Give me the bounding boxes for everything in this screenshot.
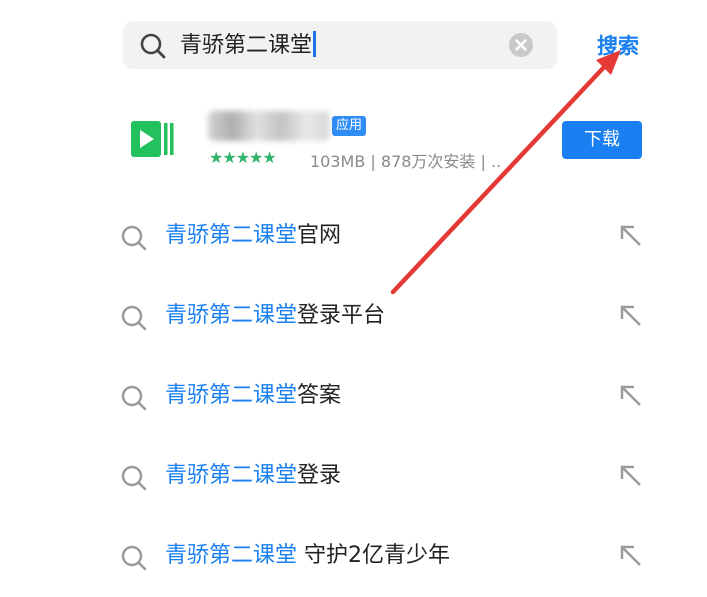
search-icon [121,545,147,571]
download-button[interactable]: 下载 [562,121,642,159]
suggestion-highlight: 青骄第二课堂 [165,463,298,488]
fill-query-arrow-icon[interactable] [618,383,644,409]
suggestion-item[interactable]: 青骄第二课堂登录 [0,437,707,517]
suggestion-list: 青骄第二课堂官网 青骄第二课堂登录平台 青骄第二课堂答案 青骄第二课堂登录 青骄… [0,197,707,597]
suggestion-rest: 登录 [297,463,342,488]
search-icon [121,465,147,491]
fill-query-arrow-icon[interactable] [618,463,644,489]
text-cursor [313,31,317,57]
suggestion-rest: 守护2亿青少年 [297,543,451,568]
suggestion-highlight: 青骄第二课堂 [165,303,298,328]
suggestion-text: 青骄第二课堂官网 [165,221,341,251]
search-icon [121,385,147,411]
search-icon [121,305,147,331]
search-icon [121,225,147,251]
app-result-row[interactable]: 应用 ★★★★★ 103MB | 878万次安装 | .. 下载 [0,100,707,190]
suggestion-text: 青骄第二课堂答案 [165,381,341,411]
search-submit-button[interactable]: 搜索 [597,30,639,60]
search-icon [140,33,166,59]
suggestion-rest: 答案 [297,383,342,408]
suggestion-text: 青骄第二课堂 守护2亿青少年 [165,541,450,571]
fill-query-arrow-icon[interactable] [618,223,644,249]
search-input[interactable]: 青骄第二课堂 [180,31,317,59]
suggestion-highlight: 青骄第二课堂 [165,383,298,408]
fill-query-arrow-icon[interactable] [618,543,644,569]
suggestion-item[interactable]: 青骄第二课堂答案 [0,357,707,437]
suggestion-item[interactable]: 青骄第二课堂 守护2亿青少年 [0,517,707,597]
suggestion-rest: 登录平台 [297,303,386,328]
suggestion-item[interactable]: 青骄第二课堂登录平台 [0,277,707,357]
rating-stars: ★★★★★ [209,148,277,167]
suggestion-highlight: 青骄第二课堂 [165,223,298,248]
suggestion-highlight: 青骄第二课堂 [165,543,298,568]
clear-icon[interactable] [508,32,534,58]
suggestion-item[interactable]: 青骄第二课堂官网 [0,197,707,277]
suggestion-rest: 官网 [297,223,342,248]
suggestion-text: 青骄第二课堂登录平台 [165,301,385,331]
search-bar[interactable]: 青骄第二课堂 [123,21,557,69]
fill-query-arrow-icon[interactable] [618,303,644,329]
app-badge: 应用 [332,116,367,136]
suggestion-text: 青骄第二课堂登录 [165,461,341,491]
search-query-text: 青骄第二课堂 [180,33,313,58]
app-name-blurred [208,111,330,141]
video-app-icon [131,121,174,157]
app-meta-info: 103MB | 878万次安装 | .. [310,152,502,171]
